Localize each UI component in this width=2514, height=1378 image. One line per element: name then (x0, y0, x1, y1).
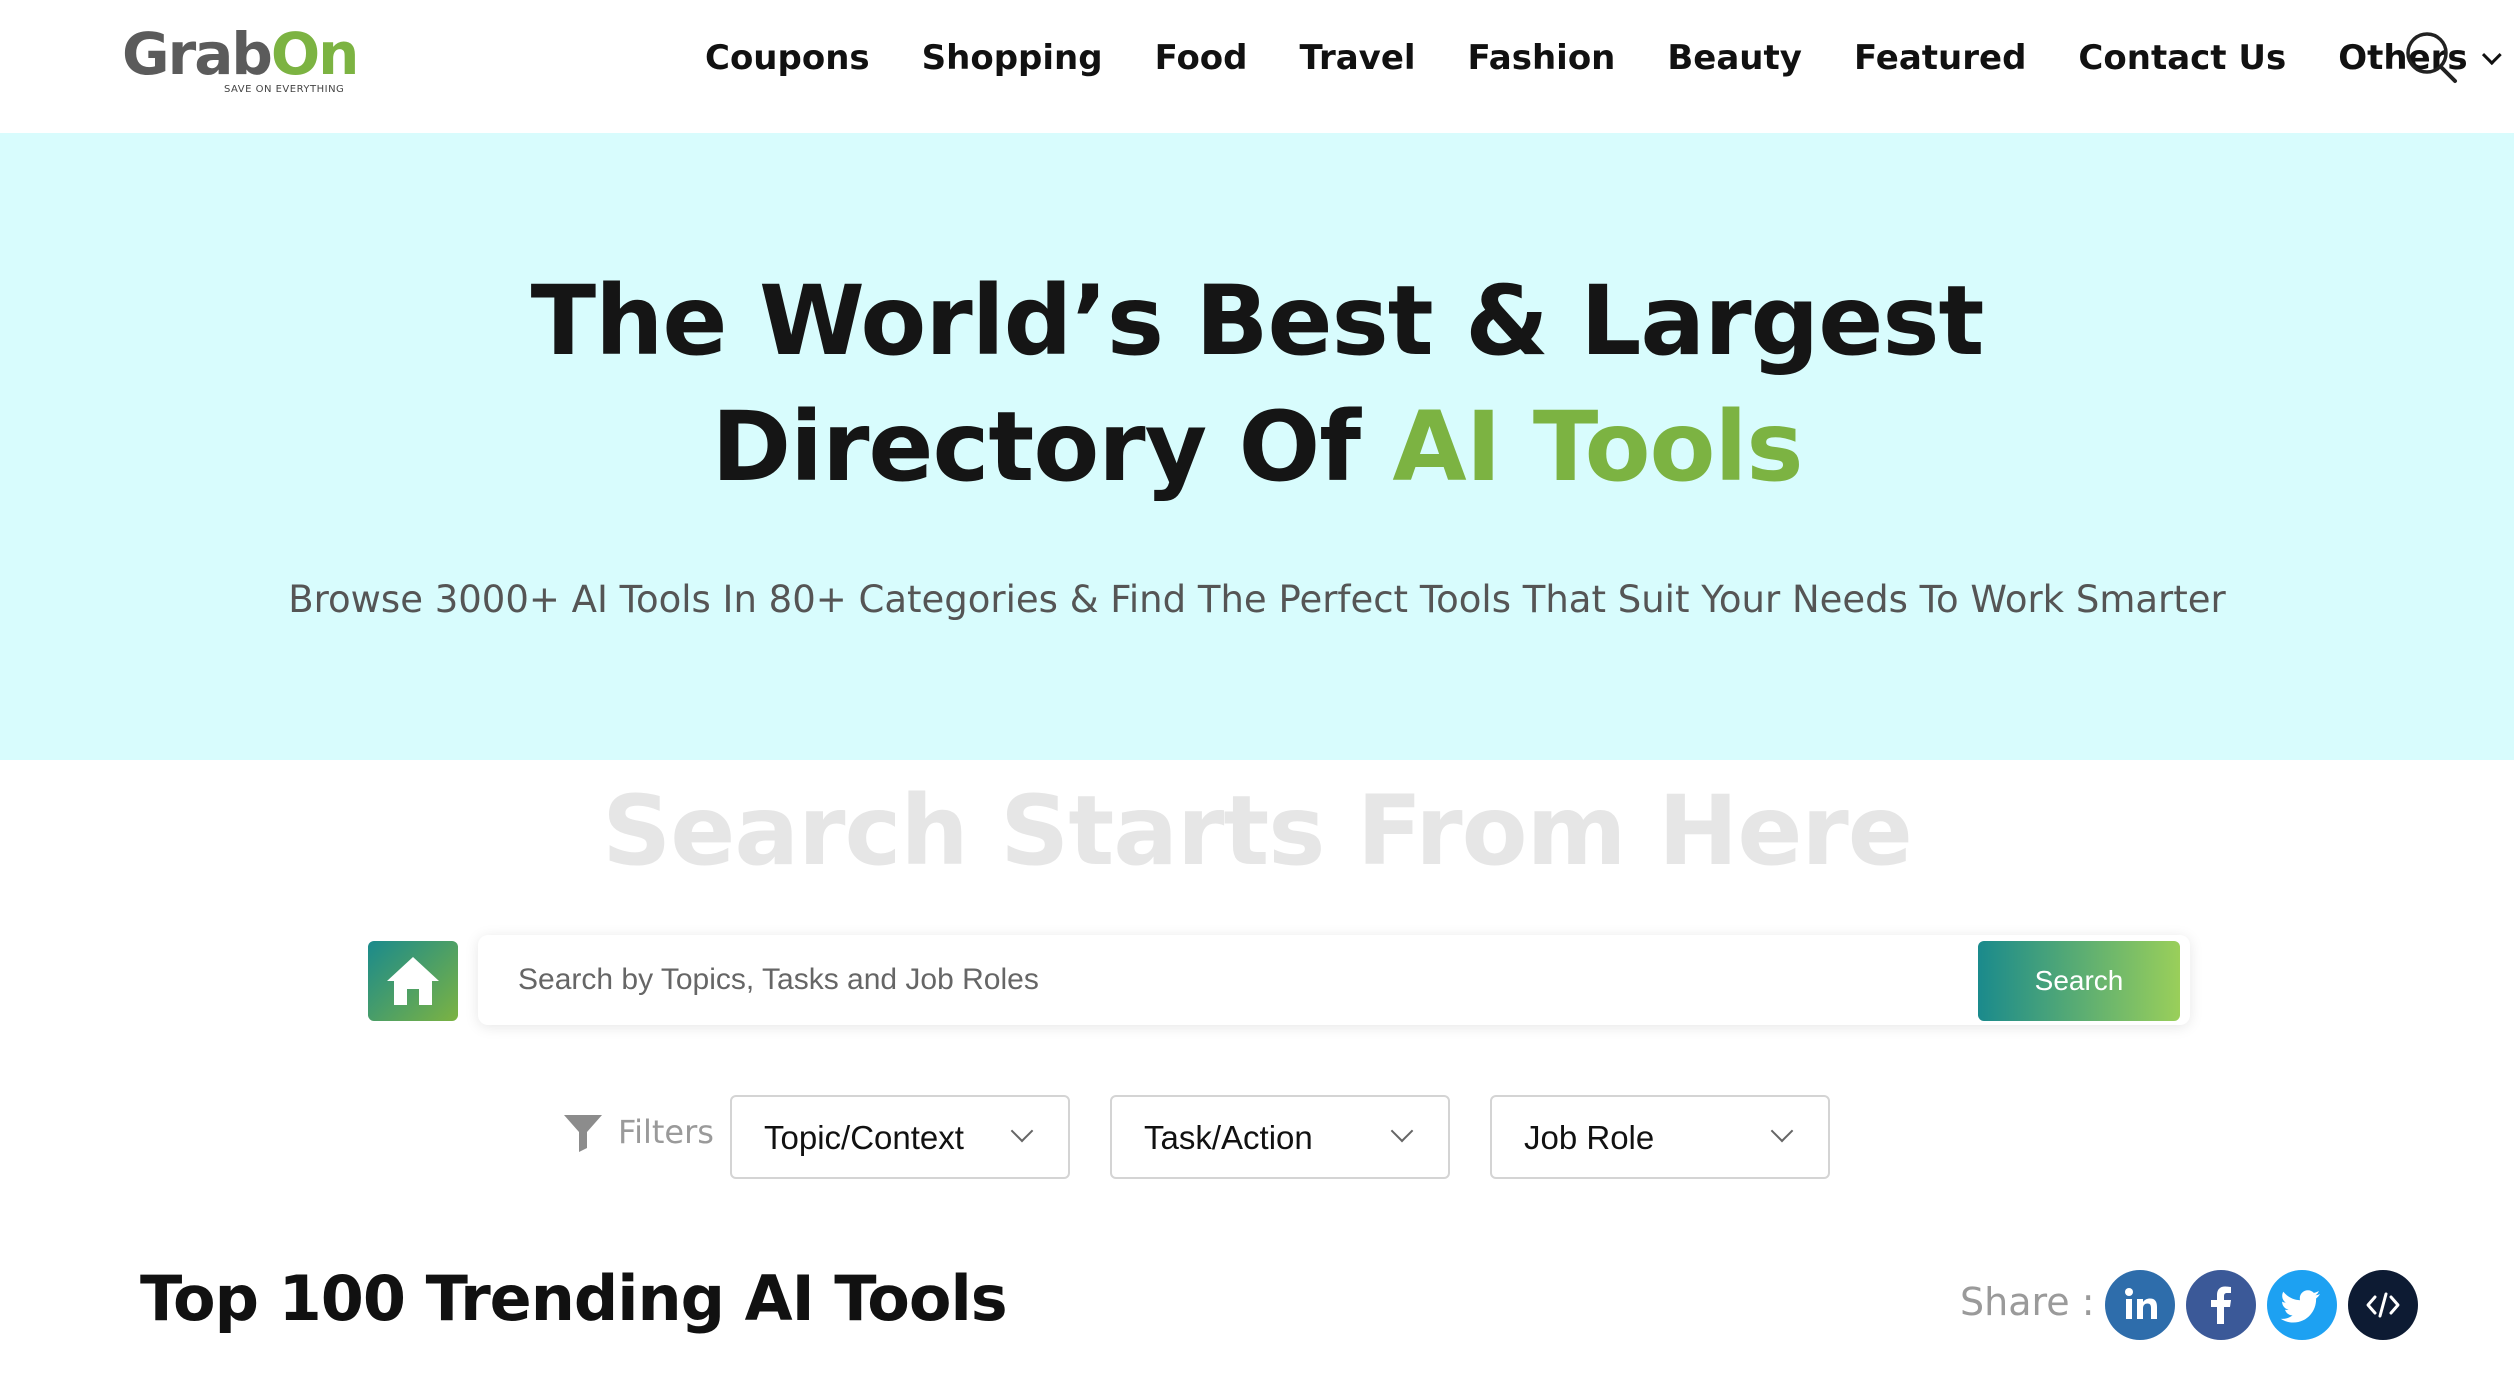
hero-title-accent: AI Tools (1392, 391, 1803, 503)
task-action-select[interactable]: Task/Action (1110, 1095, 1450, 1179)
embed-share-button[interactable] (2348, 1270, 2418, 1340)
home-icon (387, 957, 439, 1005)
logo-tagline: SAVE ON EVERYTHING (224, 84, 345, 95)
search-button[interactable]: Search (1978, 941, 2180, 1021)
nav-item-travel[interactable]: Travel (1300, 38, 1416, 78)
filter-icon (564, 1115, 602, 1152)
facebook-share-button[interactable] (2186, 1270, 2256, 1340)
hero-title-line1: The World’s Best & Largest (530, 265, 1985, 377)
grabon-logo[interactable]: GrabOn SAVE ON EVERYTHING (122, 22, 359, 102)
nav-item-beauty[interactable]: Beauty (1667, 38, 1802, 78)
linkedin-icon (2125, 1288, 2157, 1319)
chevron-down-icon (1770, 1119, 1794, 1143)
hero-section: The World’s Best & Largest Directory Of … (0, 133, 2514, 760)
nav-item-contact-us[interactable]: Contact Us (2078, 38, 2286, 78)
chevron-down-icon (2481, 45, 2502, 66)
search-bar: Search (478, 935, 2190, 1025)
linkedin-share-button[interactable] (2105, 1270, 2175, 1340)
hero-subtitle: Browse 3000+ AI Tools In 80+ Categories … (288, 578, 2226, 621)
nav-item-shopping[interactable]: Shopping (922, 38, 1103, 78)
nav-item-coupons[interactable]: Coupons (705, 38, 870, 78)
twitter-share-button[interactable] (2267, 1270, 2337, 1340)
embed-icon (2366, 1292, 2400, 1318)
twitter-icon (2280, 1290, 2320, 1323)
topic-context-select[interactable]: Topic/Context (730, 1095, 1070, 1179)
hero-title: The World’s Best & Largest Directory Of … (0, 258, 2514, 510)
nav-item-fashion[interactable]: Fashion (1468, 38, 1616, 78)
home-button[interactable] (368, 941, 458, 1021)
nav-item-food[interactable]: Food (1155, 38, 1248, 78)
logo-wordmark: GrabOn (122, 20, 359, 88)
facebook-icon (2211, 1286, 2231, 1324)
hero-title-line2: Directory Of AI Tools (711, 391, 1803, 503)
trending-section-title: Top 100 Trending AI Tools (140, 1262, 1008, 1335)
search-watermark-heading: Search Starts From Here (602, 775, 1913, 887)
search-icon[interactable] (2404, 30, 2458, 84)
main-nav: Coupons Shopping Food Travel Fashion Bea… (705, 28, 2514, 88)
chevron-down-icon (1010, 1119, 1034, 1143)
nav-item-featured[interactable]: Featured (1854, 38, 2026, 78)
share-label: Share : (1960, 1280, 2095, 1324)
filters-label: Filters (562, 1112, 714, 1152)
search-input[interactable] (518, 953, 1918, 1007)
site-header: GrabOn SAVE ON EVERYTHING Coupons Shoppi… (0, 0, 2514, 133)
job-role-select[interactable]: Job Role (1490, 1095, 1830, 1179)
chevron-down-icon (1390, 1119, 1414, 1143)
